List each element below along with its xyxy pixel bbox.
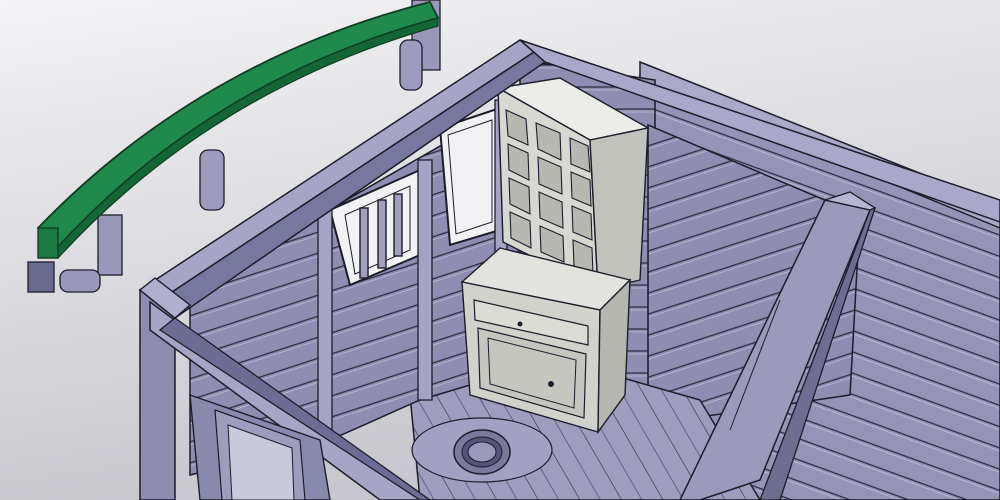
caboose-model-render [0,0,1000,500]
wall-post [317,209,333,451]
pipe-fitting [59,269,101,293]
door-knob [548,381,554,387]
wall-post [417,159,433,401]
shelf-unit-side [589,127,649,291]
cad-viewport[interactable] [0,0,1000,500]
floor-hatch [411,417,553,483]
vertical-pipe [399,39,423,91]
hand-brake-box [27,261,55,293]
drawer-knob [517,321,523,327]
vertical-pipe [199,149,225,211]
railing-post [97,214,123,276]
